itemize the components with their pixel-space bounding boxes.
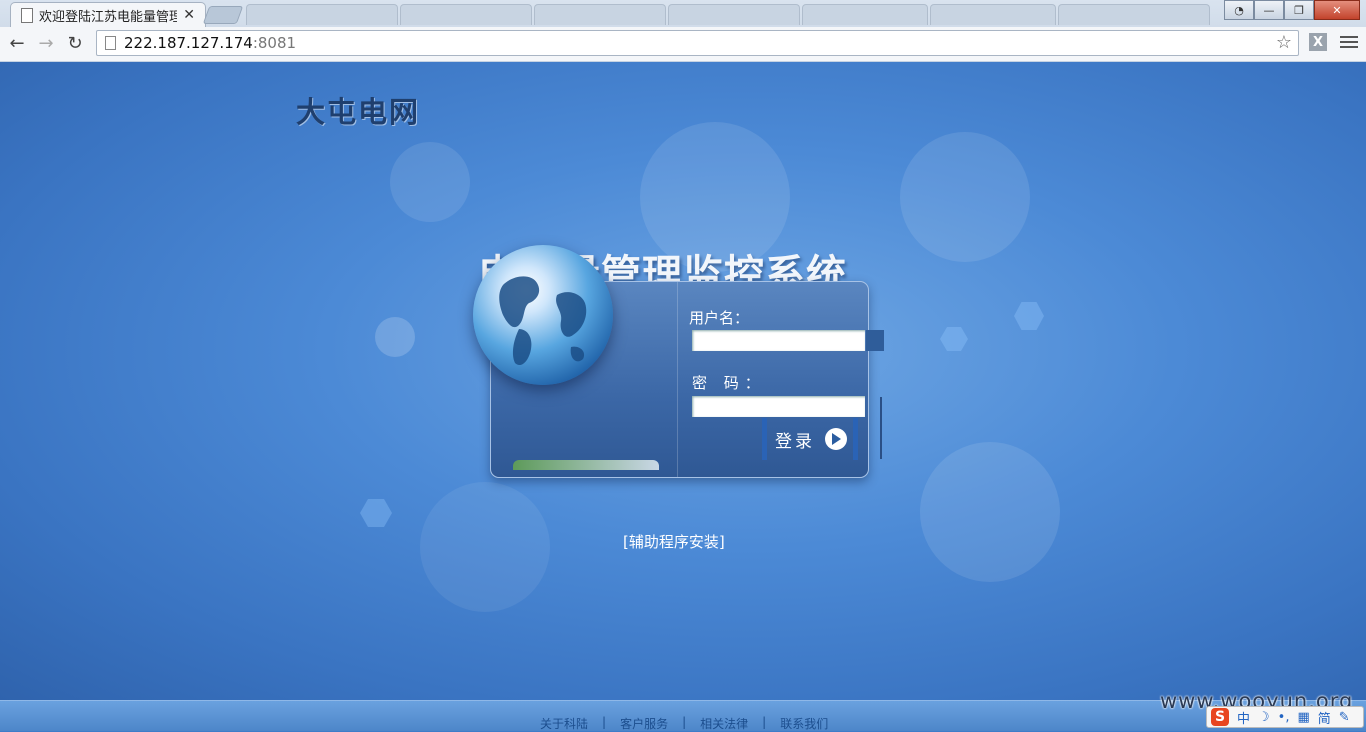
bookmark-star-icon[interactable]: ☆ [1276,32,1292,53]
url-port: :8081 [252,34,297,52]
login-button[interactable]: 登录 [762,418,858,460]
background-tab[interactable] [802,4,928,25]
password-label: 密 码： [692,374,766,392]
bokeh-decoration [900,132,1030,262]
forward-arrow-icon[interactable]: → [35,32,57,54]
background-tab[interactable] [930,4,1056,25]
hexagon-decoration [360,499,392,527]
menu-icon[interactable] [1340,33,1358,51]
play-arrow-icon [825,428,847,450]
tab-active[interactable]: 欢迎登陆江苏电能量管理 ✕ [10,2,206,27]
new-tab-button[interactable] [202,6,244,24]
bokeh-decoration [920,442,1060,582]
wrench-icon[interactable]: ✎ [1339,710,1350,725]
username-input[interactable] [692,330,865,351]
user-icon[interactable]: ◔ [1224,0,1254,20]
background-tab[interactable] [400,4,532,25]
punctuation-icon[interactable]: •, [1278,710,1290,725]
minimize-button[interactable]: — [1254,0,1284,20]
tab-title: 欢迎登陆江苏电能量管理 [39,9,178,25]
globe-icon [473,245,613,385]
bokeh-decoration [420,482,550,612]
close-window-button[interactable]: ✕ [1314,0,1360,20]
back-arrow-icon[interactable]: ← [6,32,28,54]
address-bar[interactable]: 222.187.127.174 :8081 ☆ [96,30,1299,56]
ime-simplified[interactable]: 简 [1318,708,1331,727]
password-input[interactable] [692,396,865,417]
footer-link-service[interactable]: 客户服务 [620,715,668,732]
brand-logo-text: 大屯电网 [296,95,421,129]
tab-strip: 欢迎登陆江苏电能量管理 ✕ ◔ — ❐ ✕ [0,0,1366,27]
sogou-logo-icon[interactable]: S [1211,708,1229,726]
reload-icon[interactable]: ↻ [64,32,86,54]
footer-link-legal[interactable]: 相关法律 [700,715,748,732]
panel-edge-decoration [880,397,882,459]
background-tab[interactable] [246,4,398,25]
footer-separator: | [682,715,687,729]
footer-links: 关于科陆 | 客户服务 | 相关法律 | 联系我们 [540,715,828,732]
background-tab[interactable] [1058,4,1210,25]
login-button-label: 登录 [775,431,815,452]
input-decoration [866,330,884,351]
browser-chrome: 欢迎登陆江苏电能量管理 ✕ ◔ — ❐ ✕ ← → ↻ 222.187.127.… [0,0,1366,63]
browser-toolbar: ← → ↻ 222.187.127.174 :8081 ☆ X [0,27,1366,61]
hexagon-decoration [1014,302,1044,330]
ime-toolbar[interactable]: S 中 ☽ •, ▦ 简 ✎ [1206,706,1364,728]
moon-icon[interactable]: ☽ [1258,710,1270,725]
footer-separator: | [602,715,607,729]
page-icon [105,36,116,50]
window-controls: ◔ — ❐ ✕ [1224,0,1360,20]
bokeh-decoration [390,142,470,222]
ime-mode[interactable]: 中 [1237,708,1250,727]
restore-button[interactable]: ❐ [1284,0,1314,20]
bokeh-decoration [375,317,415,357]
keyboard-icon[interactable]: ▦ [1297,710,1309,725]
page-icon [21,7,33,23]
footer-separator: | [762,715,767,729]
panel-decoration-bar [513,460,659,470]
footer-link-contact[interactable]: 联系我们 [780,715,828,732]
tab-close-icon[interactable]: ✕ [183,7,195,23]
url-host: 222.187.127.174 [124,34,253,52]
background-tab[interactable] [668,4,800,25]
hexagon-decoration [940,327,968,351]
extension-icon[interactable]: X [1309,33,1327,51]
background-tab[interactable] [534,4,666,25]
helper-install-link[interactable]: [辅助程序安装] [623,531,725,552]
footer-link-about[interactable]: 关于科陆 [540,715,588,732]
username-label: 用户名： [689,309,750,327]
